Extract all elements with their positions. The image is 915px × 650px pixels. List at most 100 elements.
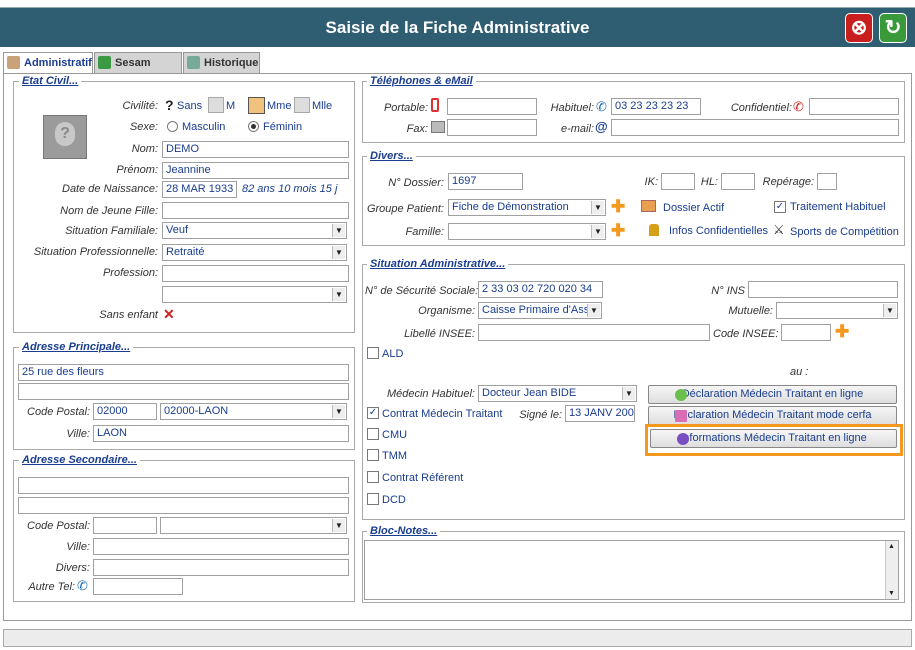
add-groupe-icon[interactable]: ✚ xyxy=(611,198,625,215)
nom-input[interactable]: DEMO xyxy=(162,141,349,158)
bloc-notes-textarea[interactable]: ▲ ▼ xyxy=(364,540,899,600)
girl-icon[interactable] xyxy=(294,97,310,113)
woman-icon[interactable] xyxy=(248,97,265,114)
tmm-label[interactable]: TMM xyxy=(382,450,407,462)
dcd-checkbox[interactable] xyxy=(367,493,379,505)
code-insee-input[interactable] xyxy=(781,324,831,341)
civilite-m[interactable]: M xyxy=(226,100,235,112)
contrat-mt-label[interactable]: Contrat Médecin Traitant xyxy=(382,408,502,420)
groupe-select[interactable]: Fiche de Démonstration ▼ xyxy=(448,199,606,216)
tab-sesam-vitale[interactable]: Sesam Vitale xyxy=(94,52,182,89)
adresse-line1-input[interactable]: 25 rue des fleurs xyxy=(18,364,349,381)
situation-admin-title[interactable]: Situation Administrative... xyxy=(367,258,509,270)
contrat-ref-checkbox[interactable] xyxy=(367,471,379,483)
chevron-down-icon: ▼ xyxy=(587,304,600,317)
signe-input[interactable]: 13 JANV 2005 xyxy=(565,405,635,422)
add-insee-icon[interactable]: ✚ xyxy=(835,323,849,340)
adresse2-line1-input[interactable] xyxy=(18,477,349,494)
prenom-input[interactable]: Jeannine xyxy=(162,162,349,179)
declaration-cerfa-button[interactable]: Déclaration Médecin Traitant mode cerfa xyxy=(648,406,897,425)
ald-checkbox[interactable] xyxy=(367,347,379,359)
scroll-down-icon[interactable]: ▼ xyxy=(888,590,895,597)
infos-conf-label[interactable]: Infos Confidentielles xyxy=(669,225,768,237)
nom-label: Nom: xyxy=(131,143,158,155)
cross-icon[interactable]: ✕ xyxy=(163,306,175,323)
divers2-input[interactable] xyxy=(93,559,349,576)
habituel-input[interactable]: 03 23 23 23 23 xyxy=(611,98,701,115)
secu-input[interactable]: 2 33 03 02 720 020 34 xyxy=(478,281,603,298)
bloc-notes-title[interactable]: Bloc-Notes... xyxy=(367,525,441,537)
feminin-radio[interactable] xyxy=(248,121,259,132)
dcd-label[interactable]: DCD xyxy=(382,494,406,506)
adresse-line2-input[interactable] xyxy=(18,383,349,400)
adresse2-line2-input[interactable] xyxy=(18,497,349,514)
tab-administratif[interactable]: Administratif xyxy=(3,52,93,75)
scroll-up-icon[interactable]: ▲ xyxy=(888,543,895,550)
add-famille-icon[interactable]: ✚ xyxy=(611,222,625,239)
organisme-select[interactable]: Caisse Primaire d'Assur ▼ xyxy=(478,302,602,319)
tab-historique[interactable]: Historique xyxy=(183,52,260,74)
cp-city-select[interactable]: 02000-LAON ▼ xyxy=(160,403,347,420)
ville-input[interactable]: LAON xyxy=(93,425,349,442)
email-input[interactable] xyxy=(611,119,899,136)
reperage-label: Repérage: xyxy=(762,176,814,188)
adresse-secondaire-title[interactable]: Adresse Secondaire... xyxy=(19,454,140,466)
masculin-radio[interactable] xyxy=(167,121,178,132)
autre-tel-input[interactable] xyxy=(93,578,183,595)
ins-input[interactable] xyxy=(748,281,898,298)
sports-label[interactable]: Sports de Compétition xyxy=(790,226,899,238)
portable-input[interactable] xyxy=(447,98,537,115)
close-icon[interactable]: ⊗ xyxy=(845,13,873,43)
medecin-select[interactable]: Docteur Jean BIDE ▼ xyxy=(478,385,637,402)
cmu-checkbox[interactable] xyxy=(367,428,379,440)
traitement-habituel-checkbox[interactable]: ✓ xyxy=(774,201,786,213)
etat-civil-title[interactable]: Etat Civil... xyxy=(19,75,82,87)
profession-input[interactable] xyxy=(162,265,349,282)
confidentiel-label: Confidentiel: xyxy=(730,102,792,114)
reperage-input[interactable] xyxy=(817,173,837,190)
famille-select[interactable]: ▼ xyxy=(448,223,606,240)
fax-input[interactable] xyxy=(447,119,537,136)
sit-fam-select[interactable]: Veuf ▼ xyxy=(162,222,347,239)
informations-en-ligne-button[interactable]: Informations Médecin Traitant en ligne xyxy=(650,429,897,448)
tmm-checkbox[interactable] xyxy=(367,449,379,461)
sit-pro-select[interactable]: Retraité ▼ xyxy=(162,244,347,261)
prenom-label: Prénom: xyxy=(116,164,158,176)
history-icon xyxy=(187,56,200,69)
validate-icon[interactable]: ↻ xyxy=(879,13,907,43)
cp2-city-select[interactable]: ▼ xyxy=(160,517,347,534)
adresse-principale-title[interactable]: Adresse Principale... xyxy=(19,341,134,353)
nom-jf-input[interactable] xyxy=(162,202,349,219)
ald-label[interactable]: ALD xyxy=(382,348,403,360)
civilite-mlle[interactable]: Mlle xyxy=(312,100,332,112)
profession-select[interactable]: ▼ xyxy=(162,286,347,303)
divers-title[interactable]: Divers... xyxy=(367,150,416,162)
hl-input[interactable] xyxy=(721,173,755,190)
traitement-habituel-label[interactable]: Traitement Habituel xyxy=(790,201,886,213)
declaration-en-ligne-button[interactable]: Déclaration Médecin Traitant en ligne xyxy=(648,385,897,404)
dossier-actif-label[interactable]: Dossier Actif xyxy=(663,202,724,214)
contrat-ref-label[interactable]: Contrat Référent xyxy=(382,472,463,484)
signe-label: Signé le: xyxy=(519,409,562,421)
profession-label: Profession: xyxy=(102,267,158,279)
libelle-insee-input[interactable] xyxy=(478,324,710,341)
civilite-mme[interactable]: Mme xyxy=(267,100,291,112)
cp-input[interactable]: 02000 xyxy=(93,403,157,420)
age-text: 82 ans 10 mois 15 j xyxy=(242,183,338,195)
ville2-label: Ville: xyxy=(66,541,90,553)
confidentiel-input[interactable] xyxy=(809,98,899,115)
feminin-label[interactable]: Féminin xyxy=(263,121,302,133)
civilite-sans[interactable]: Sans xyxy=(177,100,202,112)
telephones-title[interactable]: Téléphones & eMail xyxy=(367,75,476,87)
mutuelle-select[interactable]: ▼ xyxy=(776,302,898,319)
dossier-input[interactable]: 1697 xyxy=(448,173,523,190)
contrat-mt-checkbox[interactable]: ✓ xyxy=(367,407,379,419)
cp2-input[interactable] xyxy=(93,517,157,534)
baby-icon[interactable] xyxy=(208,97,224,113)
chevron-down-icon: ▼ xyxy=(622,387,635,400)
masculin-label[interactable]: Masculin xyxy=(182,121,225,133)
ville2-input[interactable] xyxy=(93,538,349,555)
dob-input[interactable]: 28 MAR 1933 xyxy=(162,181,237,198)
scrollbar[interactable]: ▲ ▼ xyxy=(885,541,898,599)
cmu-label[interactable]: CMU xyxy=(382,429,407,441)
